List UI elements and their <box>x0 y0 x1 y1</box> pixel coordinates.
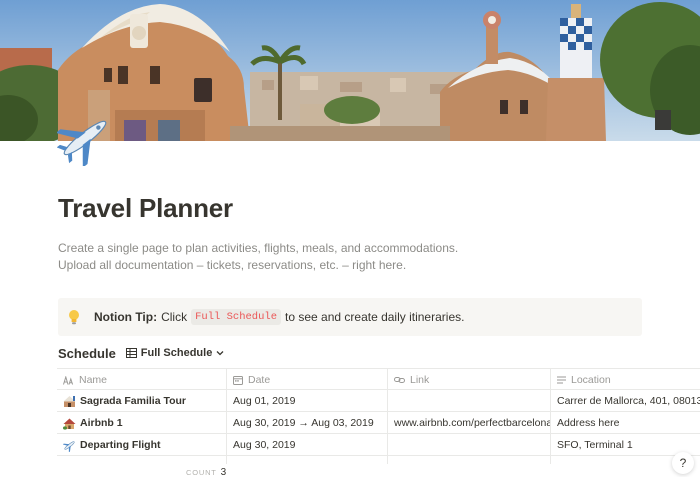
cell-date[interactable]: Aug 30, 2019 <box>227 434 388 456</box>
table-row[interactable]: Departing Flight Aug 30, 2019 SFO, Termi… <box>57 434 700 456</box>
cell-link[interactable]: www.airbnb.com/perfectbarcelonah <box>388 412 551 434</box>
database-header: Schedule Full Schedule <box>58 345 224 361</box>
cell-link[interactable] <box>388 434 551 456</box>
column-label: Location <box>571 374 611 386</box>
column-label: Date <box>248 374 271 386</box>
help-button[interactable]: ? <box>672 452 694 474</box>
count-value: 3 <box>220 467 227 477</box>
cell-location[interactable]: Carrer de Mallorca, 401, 08013 B <box>551 390 700 412</box>
column-label: Name <box>79 374 108 386</box>
cell-name[interactable]: Sagrada Familia Tour <box>57 390 227 412</box>
table-row[interactable]: Sagrada Familia Tour Aug 01, 2019 Carrer… <box>57 390 700 412</box>
airplane-icon <box>63 440 75 452</box>
table-row[interactable]: Airbnb 1 Aug 30, 2019 → Aug 03, 2019 www… <box>57 412 700 434</box>
schedule-table: Name Date Link Location Sagrada Familia … <box>57 368 700 464</box>
notion-tip-callout[interactable]: Notion Tip: Click Full Schedule to see a… <box>58 298 642 336</box>
column-header-location[interactable]: Location <box>551 369 700 391</box>
cell-link[interactable] <box>388 390 551 412</box>
new-row-cell <box>388 456 551 464</box>
view-name: Full Schedule <box>140 347 213 359</box>
callout-text: Click <box>161 310 188 324</box>
text-lines-icon <box>557 376 566 384</box>
column-header-name[interactable]: Name <box>57 369 227 391</box>
row-count[interactable]: COUNT 3 <box>186 467 226 477</box>
callout-label: Notion Tip: <box>94 310 158 324</box>
cell-name[interactable]: Airbnb 1 <box>57 412 227 434</box>
chevron-down-icon <box>216 351 224 356</box>
calendar-icon <box>233 376 243 385</box>
link-icon <box>394 377 405 383</box>
column-label: Link <box>410 374 430 386</box>
row-name: Sagrada Familia Tour <box>80 395 186 407</box>
description-line: Create a single page to plan activities,… <box>58 241 459 255</box>
cell-date[interactable]: Aug 30, 2019 → Aug 03, 2019 <box>227 412 388 434</box>
table-header-row: Name Date Link Location <box>57 368 700 391</box>
park-icon <box>63 395 76 407</box>
cell-name[interactable]: Departing Flight <box>57 434 227 456</box>
table-icon <box>125 348 137 358</box>
lightbulb-icon <box>69 310 79 325</box>
row-name: Departing Flight <box>80 439 161 451</box>
cell-date[interactable]: Aug 01, 2019 <box>227 390 388 412</box>
view-switcher[interactable]: Full Schedule <box>125 347 225 359</box>
new-row[interactable] <box>57 456 700 464</box>
row-name: Airbnb 1 <box>80 417 123 429</box>
page-description[interactable]: Create a single page to plan activities,… <box>58 240 458 274</box>
airplane-icon[interactable] <box>55 110 113 168</box>
page-title[interactable]: Travel Planner <box>58 193 233 224</box>
cell-location[interactable]: Address here <box>551 412 700 434</box>
column-header-date[interactable]: Date <box>227 369 388 391</box>
callout-text: to see and create daily itineraries. <box>285 310 465 324</box>
description-line: Upload all documentation – tickets, rese… <box>58 258 407 272</box>
text-aa-icon <box>63 375 74 385</box>
inline-code: Full Schedule <box>191 309 282 325</box>
count-label: COUNT <box>186 468 217 477</box>
new-row-cell <box>227 456 388 464</box>
column-header-link[interactable]: Link <box>388 369 551 391</box>
new-row-cell <box>57 456 227 464</box>
house-icon <box>63 418 76 430</box>
database-title[interactable]: Schedule <box>58 346 116 361</box>
